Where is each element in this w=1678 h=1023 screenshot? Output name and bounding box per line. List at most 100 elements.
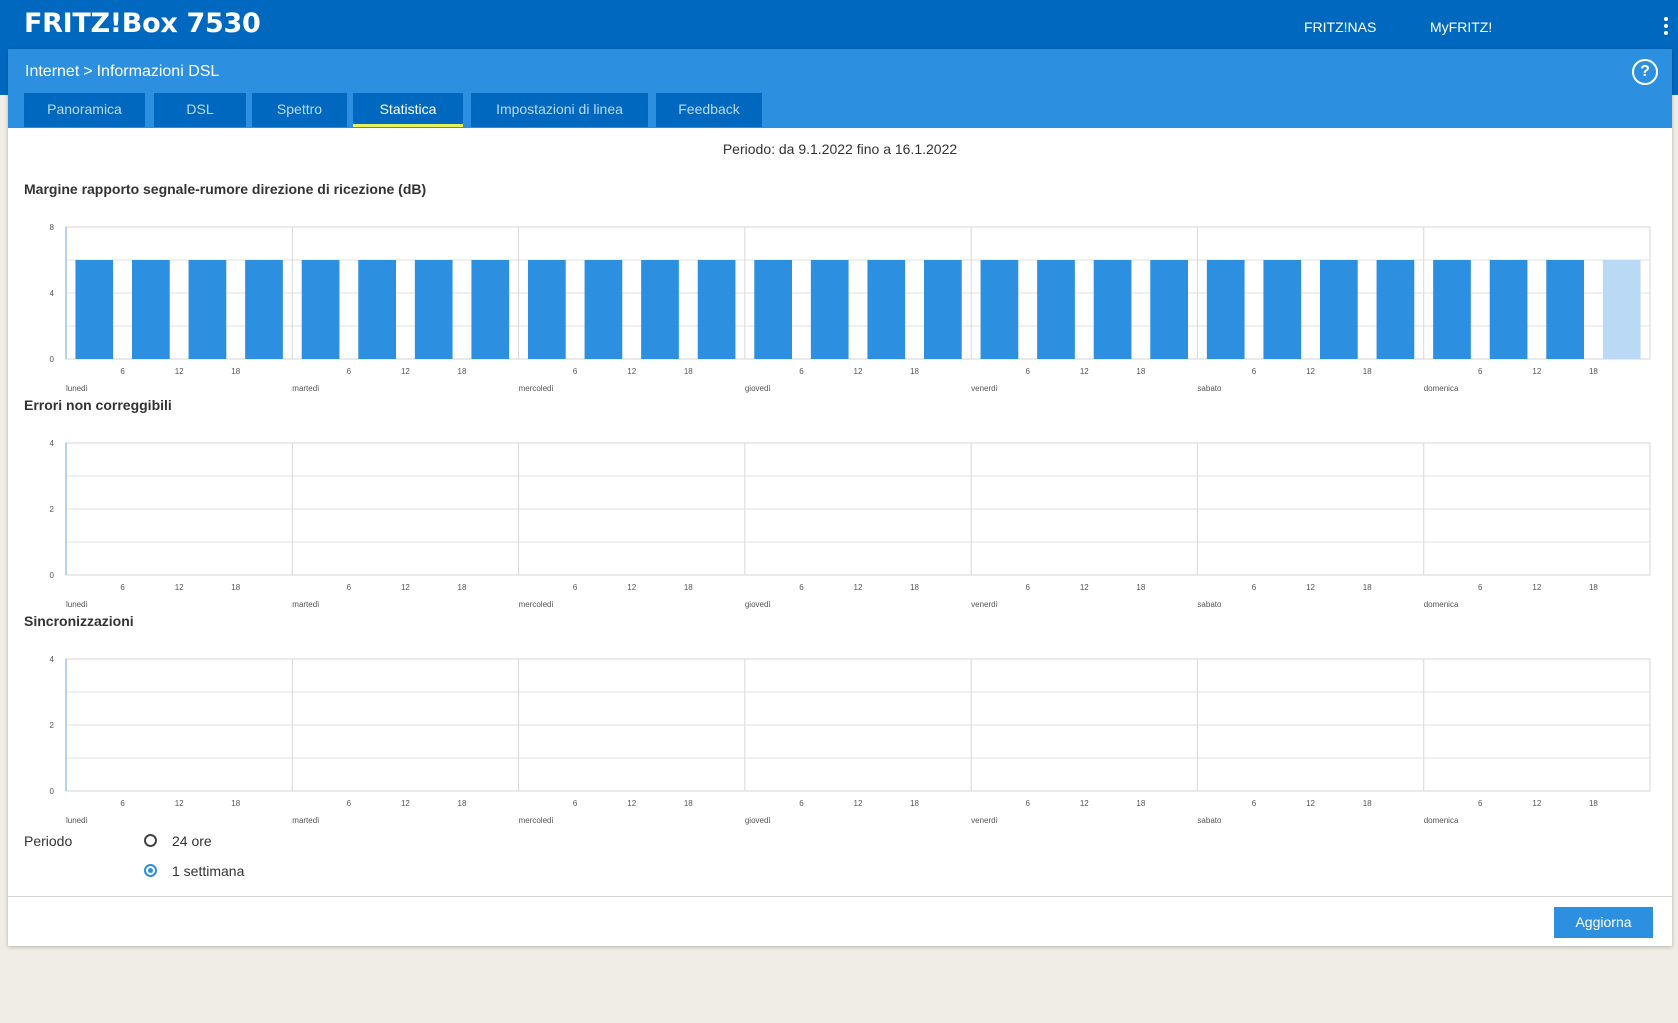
tab-spettro[interactable]: Spettro <box>252 93 347 127</box>
day-label: domenica <box>1424 600 1459 609</box>
bar <box>1376 260 1415 359</box>
y-tick-label: 4 <box>50 289 55 298</box>
snr-margin-chart: 0 4 8 6 12 18 lunedì 6 12 18 martedì 6 12 18 mercoledì… <box>50 223 1651 393</box>
x-tick-label: 6 <box>1252 367 1257 376</box>
radio-label-24-ore[interactable]: 24 ore <box>172 833 212 849</box>
day-label: giovedì <box>745 816 771 825</box>
tab-feedback[interactable]: Feedback <box>656 93 762 127</box>
day-label: domenica <box>1424 384 1459 393</box>
day-label: giovedì <box>745 600 771 609</box>
update-button[interactable]: Aggiorna <box>1554 907 1653 938</box>
x-tick-label: 12 <box>1306 367 1315 376</box>
tab-statistica[interactable]: Statistica <box>353 93 463 127</box>
x-tick-label: 12 <box>1306 583 1315 592</box>
more-menu-icon[interactable] <box>1664 17 1668 35</box>
day-label: mercoledì <box>519 384 554 393</box>
x-tick-label: 6 <box>1025 799 1030 808</box>
x-tick-label: 12 <box>627 583 636 592</box>
day-label: martedì <box>292 816 319 825</box>
x-tick-label: 6 <box>799 583 804 592</box>
bar <box>1150 260 1188 359</box>
x-tick-label: 18 <box>231 799 240 808</box>
x-tick-label: 18 <box>910 799 919 808</box>
x-tick-label: 18 <box>1363 583 1372 592</box>
day-label: mercoledì <box>519 816 554 825</box>
bar <box>471 260 510 359</box>
x-tick-label: 12 <box>175 799 184 808</box>
tab-dsl[interactable]: DSL <box>154 93 246 127</box>
tab-impostazioni-di-linea[interactable]: Impostazioni di linea <box>471 93 648 127</box>
content-card: Internet > Informazioni DSL ? Panoramica D… <box>8 49 1672 946</box>
bar <box>1489 260 1528 359</box>
day-label: sabato <box>1197 384 1222 393</box>
bar <box>132 260 170 359</box>
radio-1-settimana[interactable] <box>144 864 157 877</box>
y-tick-label: 4 <box>50 655 55 664</box>
bar <box>810 260 849 359</box>
x-tick-label: 12 <box>854 799 863 808</box>
x-tick-label: 18 <box>910 583 919 592</box>
x-tick-label: 6 <box>1252 583 1257 592</box>
x-tick-label: 18 <box>231 583 240 592</box>
x-tick-label: 12 <box>401 799 410 808</box>
day-label: sabato <box>1197 600 1222 609</box>
bar <box>75 260 114 359</box>
x-tick-label: 18 <box>1136 583 1145 592</box>
x-tick-label: 6 <box>347 367 352 376</box>
bar <box>584 260 623 359</box>
x-tick-label: 12 <box>854 583 863 592</box>
x-tick-label: 18 <box>1589 799 1598 808</box>
x-tick-label: 18 <box>684 799 693 808</box>
x-tick-label: 12 <box>627 799 636 808</box>
bar <box>867 260 906 359</box>
bar <box>301 260 340 359</box>
x-tick-label: 6 <box>1252 799 1257 808</box>
x-tick-label: 6 <box>799 367 804 376</box>
x-tick-label: 6 <box>1478 367 1483 376</box>
breadcrumb-section[interactable]: Internet <box>25 63 79 80</box>
help-icon[interactable]: ? <box>1632 59 1658 85</box>
radio-24-ore[interactable] <box>144 834 157 847</box>
day-label: lunedì <box>66 384 88 393</box>
top-bar: FRITZ!Box 7530 FRITZ!NAS MyFRITZ! <box>0 0 1678 49</box>
radio-label-1-settimana[interactable]: 1 settimana <box>172 863 244 879</box>
day-label: martedì <box>292 600 319 609</box>
x-tick-label: 6 <box>799 799 804 808</box>
x-tick-label: 18 <box>458 367 467 376</box>
day-label: venerdì <box>971 600 998 609</box>
bar <box>924 260 962 359</box>
x-tick-label: 18 <box>458 583 467 592</box>
x-tick-label: 12 <box>401 583 410 592</box>
x-tick-label: 6 <box>1025 367 1030 376</box>
breadcrumb-chevron-icon: > <box>83 63 93 80</box>
bar <box>1320 260 1358 359</box>
footer-divider <box>8 896 1672 897</box>
day-label: martedì <box>292 384 319 393</box>
myfritz-link[interactable]: MyFRITZ! <box>1430 19 1492 35</box>
x-tick-label: 18 <box>1136 367 1145 376</box>
x-tick-label: 6 <box>120 367 125 376</box>
tab-panoramica[interactable]: Panoramica <box>24 93 145 127</box>
day-label: mercoledì <box>519 600 554 609</box>
day-label: venerdì <box>971 816 998 825</box>
bar <box>980 260 1019 359</box>
x-tick-label: 12 <box>1080 799 1089 808</box>
x-tick-label: 6 <box>347 799 352 808</box>
x-tick-label: 6 <box>120 583 125 592</box>
bar <box>1206 260 1245 359</box>
fritz-nas-link[interactable]: FRITZ!NAS <box>1304 19 1376 35</box>
x-tick-label: 6 <box>1478 583 1483 592</box>
x-tick-label: 18 <box>231 367 240 376</box>
y-tick-label: 0 <box>50 787 55 796</box>
bar <box>641 260 679 359</box>
bar <box>1602 260 1641 359</box>
x-tick-label: 6 <box>573 799 578 808</box>
x-tick-label: 12 <box>401 367 410 376</box>
period-label: Periodo <box>24 833 73 849</box>
chart-title-errors: Errori non correggibili <box>24 397 172 413</box>
y-tick-label: 2 <box>50 721 55 730</box>
bar <box>358 260 396 359</box>
x-tick-label: 18 <box>1589 367 1598 376</box>
day-label: domenica <box>1424 816 1459 825</box>
x-tick-label: 12 <box>1080 367 1089 376</box>
